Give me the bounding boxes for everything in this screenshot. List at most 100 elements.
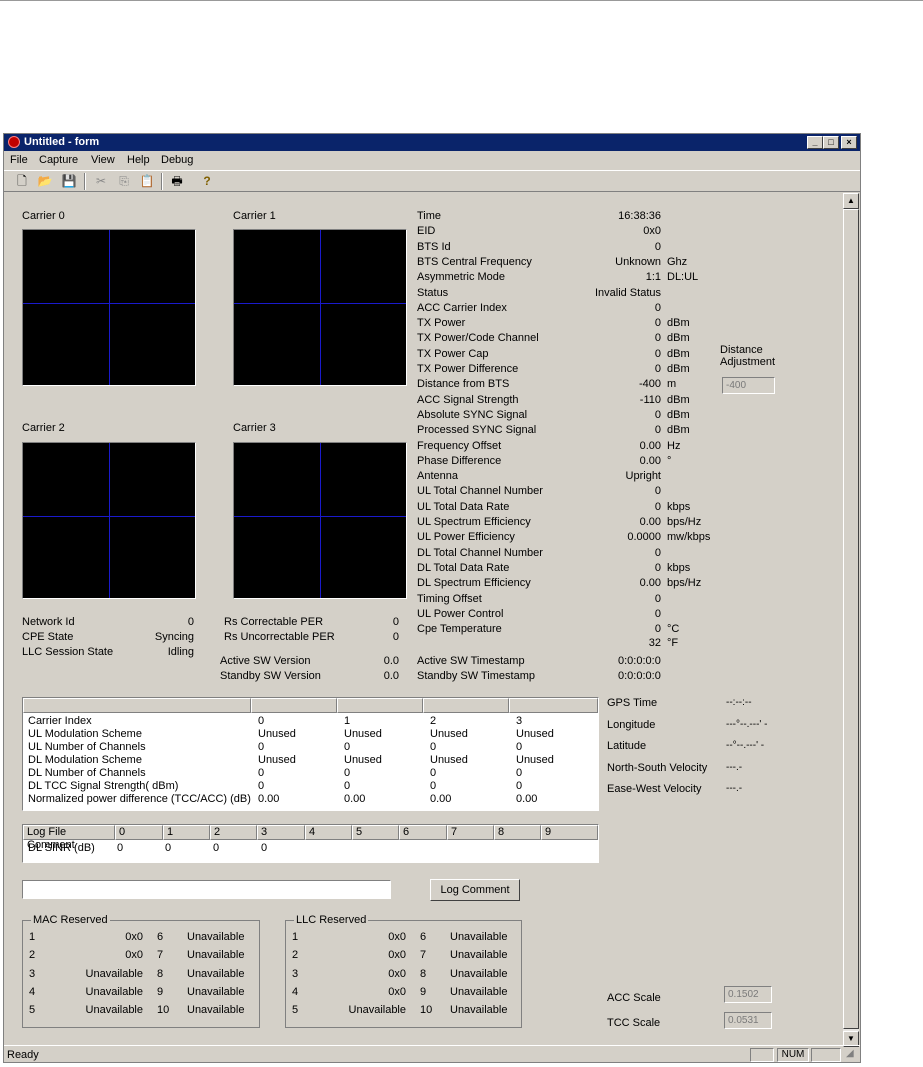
mac_reserved-value: Unavailable xyxy=(85,985,143,998)
acc-scale-field[interactable]: 0.1502 xyxy=(724,986,772,1003)
carrier-table-row-label: DL Number of Channels xyxy=(28,767,146,779)
close-button[interactable]: × xyxy=(841,136,857,149)
minimize-button[interactable]: _ xyxy=(807,136,823,149)
log-comment-input[interactable] xyxy=(22,880,391,899)
ul-spectrum-efficiency-label: UL Spectrum Efficiency xyxy=(417,516,531,528)
llc_reserved-index: 6 xyxy=(420,931,427,943)
carrier-table-cell: 0 xyxy=(430,741,437,753)
llc_reserved-value: 0x0 xyxy=(388,949,406,962)
processed-sync-signal-label: Processed SYNC Signal xyxy=(417,424,537,437)
carrier-table-cell: 0.00 xyxy=(344,793,366,805)
tx-power-unit: dBm xyxy=(667,317,690,330)
carrier-table-cell: Unused xyxy=(516,728,554,740)
sinr-col-header: 9 xyxy=(541,825,598,840)
eid-label: EID xyxy=(417,225,436,238)
llc_reserved-index: 8 xyxy=(420,967,427,980)
rs-uncorrectable-per-label: Rs Uncorrectable PER xyxy=(224,631,335,643)
carrier-table-cell: 0 xyxy=(258,767,265,779)
gps-label: Ease-West Velocity xyxy=(607,783,702,795)
carrier-table-cell: 0 xyxy=(258,741,265,753)
status-text: Ready xyxy=(7,1049,39,1061)
acc-signal-strength-unit: dBm xyxy=(667,393,690,406)
mac_reserved-value: Unavailable xyxy=(187,931,245,943)
paste-icon[interactable]: 📋 xyxy=(139,173,155,189)
carrier-table-row-label: Carrier Index xyxy=(28,715,92,727)
mac_reserved-value: 0x0 xyxy=(125,949,143,962)
tx-power-code-channel-label: TX Power/Code Channel xyxy=(417,332,539,345)
llc_reserved-index: 1 xyxy=(292,931,299,943)
carrier-table: Carrier Index 0 1 2 3 UL Modulation Scheme Unu… xyxy=(22,697,599,811)
sinr-col-header: 0 xyxy=(115,825,163,840)
ul-spectrum-efficiency-value: 0.00 xyxy=(639,516,661,528)
absolute-sync-signal-unit: dBm xyxy=(667,408,690,421)
vertical-scrollbar[interactable]: ▲ ▼ xyxy=(843,193,859,1047)
ul-power-efficiency-label: UL Power Efficiency xyxy=(417,531,515,544)
mac_reserved-index: 2 xyxy=(29,949,36,962)
cpe-temperature-unit: °C xyxy=(667,623,680,636)
asymmetric-mode-value: 1:1 xyxy=(645,271,661,284)
acc-carrier-index-value: 0 xyxy=(654,301,661,314)
mac_reserved-index: 4 xyxy=(29,985,36,998)
print-icon[interactable]: 🖶 xyxy=(169,173,185,189)
carrier-3-label: Carrier 3 xyxy=(233,422,276,434)
carrier-table-row-label: UL Number of Channels xyxy=(28,741,146,753)
menu-debug[interactable]: Debug xyxy=(161,154,193,166)
carrier-table-cell: Unused xyxy=(258,728,296,740)
bts-id-label: BTS Id xyxy=(417,240,451,253)
maximize-button[interactable]: □ xyxy=(823,136,839,149)
distance-adjustment-label: Distance xyxy=(720,344,763,356)
standby-sw-timestamp-label: Standby SW Timestamp xyxy=(417,670,535,682)
help-icon[interactable]: ? xyxy=(199,173,215,189)
llc_reserved-value: Unavailable xyxy=(450,949,508,962)
scroll-up-button[interactable]: ▲ xyxy=(843,193,859,209)
acc-signal-strength-label: ACC Signal Strength xyxy=(417,393,519,406)
frequency-offset-value: 0.00 xyxy=(639,439,661,452)
window-title: Untitled - form xyxy=(24,136,100,148)
tcc-scale-field[interactable]: 0.0531 xyxy=(724,1012,772,1029)
new-icon[interactable]: 🗋 xyxy=(14,173,30,189)
bts-central-frequency-unit: Ghz xyxy=(667,255,688,268)
save-icon[interactable]: 💾 xyxy=(61,173,77,189)
sinr-value: 0 xyxy=(261,842,268,854)
toolbar-separator xyxy=(161,173,163,190)
tx-power-cap-unit: dBm xyxy=(667,347,690,360)
mac_reserved-value: Unavailable xyxy=(187,949,245,962)
menu-file[interactable]: File xyxy=(10,154,28,166)
sinr-col-header: 1 xyxy=(163,825,210,840)
sinr-col-header: 4 xyxy=(305,825,352,840)
carrier-table-cell: 0 xyxy=(344,780,351,792)
carrier-table-cell: 0 xyxy=(258,715,265,727)
log-comment-button[interactable]: Log Comment xyxy=(430,879,520,901)
resize-grip-icon[interactable]: ◢ xyxy=(846,1048,854,1059)
scroll-thumb[interactable] xyxy=(843,209,859,1029)
phase-difference-unit: ° xyxy=(667,454,672,467)
ul-total-channel-number-label: UL Total Channel Number xyxy=(417,485,543,498)
ul-power-efficiency-unit: mw/kbps xyxy=(667,531,711,544)
rs-uncorrectable-per-value: 0 xyxy=(392,631,399,643)
dl-total-channel-number-label: DL Total Channel Number xyxy=(417,546,543,559)
carrier-table-cell: 0 xyxy=(516,741,523,753)
carrier-0-constellation xyxy=(22,229,196,386)
cut-icon[interactable]: ✂ xyxy=(93,173,109,189)
dl-spectrum-efficiency-value: 0.00 xyxy=(639,577,661,590)
absolute-sync-signal-label: Absolute SYNC Signal xyxy=(417,408,528,421)
distance-from-bts-label: Distance from BTS xyxy=(417,378,510,391)
ul-power-control-label: UL Power Control xyxy=(417,607,504,620)
llc_reserved-value: Unavailable xyxy=(450,1004,508,1017)
title-bar[interactable]: Untitled - form _ □ × xyxy=(4,134,860,151)
mac_reserved-value: Unavailable xyxy=(187,967,245,980)
llc_reserved-index: 9 xyxy=(420,985,427,998)
distance-adjustment-field[interactable]: -400 xyxy=(722,377,775,394)
open-icon[interactable]: 📂 xyxy=(37,173,53,189)
tx-power-cap-value: 0 xyxy=(654,347,661,360)
carrier-table-cell: Unused xyxy=(430,728,468,740)
menu-capture[interactable]: Capture xyxy=(39,154,78,166)
processed-sync-signal-value: 0 xyxy=(654,424,661,437)
ul-total-data-rate-unit: kbps xyxy=(667,500,691,513)
sinr-table: Log File Comment 0123456789 DL SINR (dB)… xyxy=(22,824,599,863)
menu-help[interactable]: Help xyxy=(127,154,150,166)
menu-bar: File Capture View Help Debug xyxy=(4,152,860,169)
menu-view[interactable]: View xyxy=(91,154,115,166)
copy-icon[interactable]: ⎘ xyxy=(116,173,132,189)
cpe-state-value: Syncing xyxy=(154,631,194,643)
